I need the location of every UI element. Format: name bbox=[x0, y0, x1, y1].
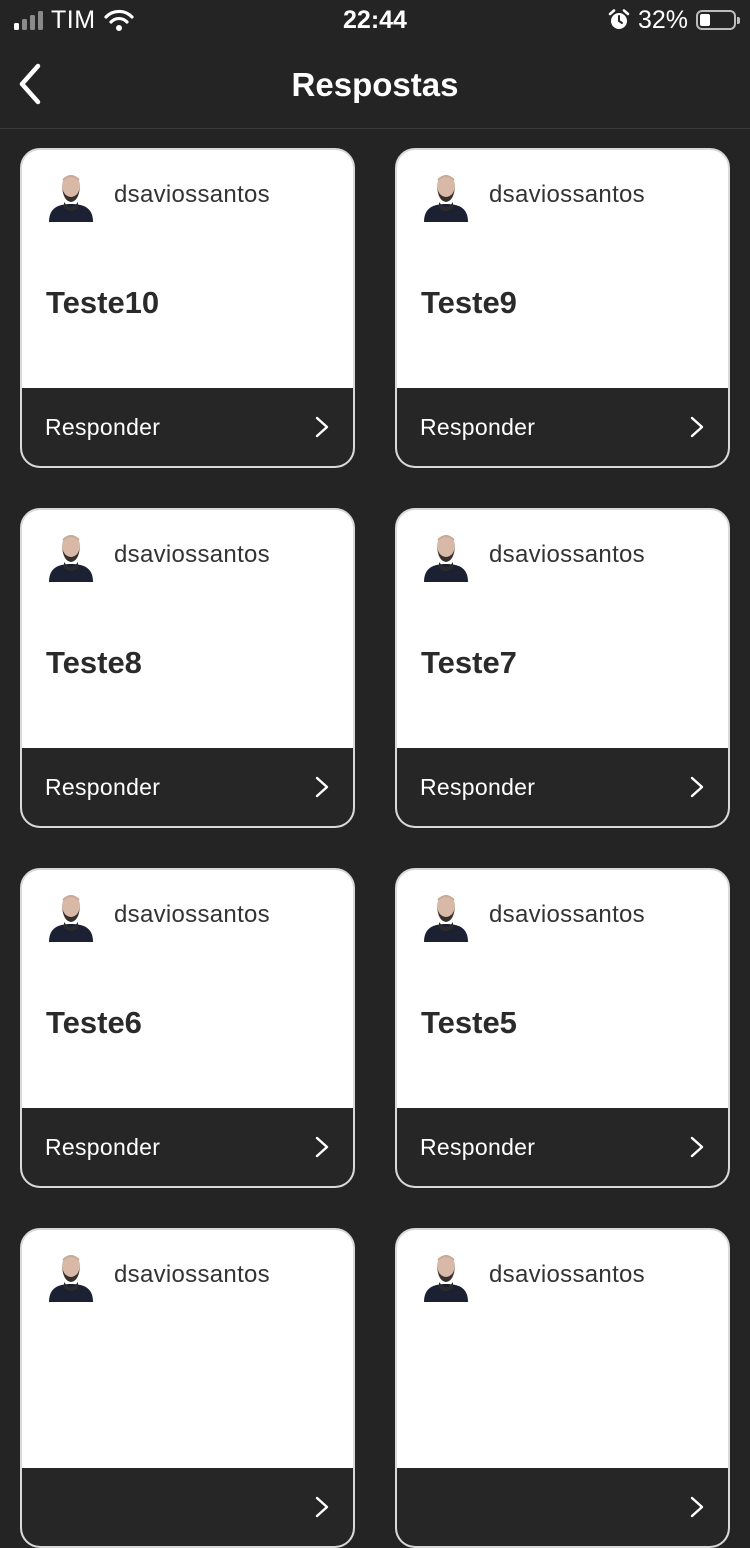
card-author: dsaviossantos bbox=[46, 1248, 270, 1302]
card-title: Teste6 bbox=[46, 1005, 142, 1040]
username: dsaviossantos bbox=[114, 181, 270, 208]
chevron-right-icon bbox=[690, 1136, 704, 1158]
battery-icon bbox=[696, 10, 740, 30]
avatar bbox=[46, 530, 96, 582]
page-title: Respostas bbox=[291, 66, 459, 103]
username: dsaviossantos bbox=[114, 541, 270, 568]
response-card[interactable]: dsaviossantos bbox=[20, 1228, 355, 1548]
username: dsaviossantos bbox=[489, 901, 645, 928]
reply-button[interactable]: Responder bbox=[397, 1108, 728, 1186]
username: dsaviossantos bbox=[489, 181, 645, 208]
status-bar: TIM 22:44 32% bbox=[0, 0, 750, 40]
avatar bbox=[421, 890, 471, 942]
chevron-right-icon bbox=[315, 416, 329, 438]
username: dsaviossantos bbox=[114, 901, 270, 928]
card-author: dsaviossantos bbox=[421, 528, 645, 582]
reply-label: Responder bbox=[420, 1133, 536, 1160]
avatar bbox=[46, 1250, 96, 1302]
reply-button[interactable]: Responder bbox=[397, 748, 728, 826]
username: dsaviossantos bbox=[114, 1261, 270, 1288]
card-title: Teste9 bbox=[421, 285, 517, 320]
navigation-bar: Respostas bbox=[0, 44, 750, 129]
reply-label: Responder bbox=[420, 773, 536, 800]
chevron-right-icon bbox=[690, 1496, 704, 1518]
reply-label: Responder bbox=[45, 1133, 161, 1160]
avatar bbox=[421, 530, 471, 582]
response-card[interactable]: dsaviossantos Teste9 Responder bbox=[395, 148, 730, 468]
chevron-right-icon bbox=[315, 1136, 329, 1158]
reply-button[interactable]: Responder bbox=[22, 748, 353, 826]
reply-button[interactable]: Responder bbox=[397, 388, 728, 466]
status-right: 32% bbox=[608, 6, 740, 34]
reply-button[interactable]: Responder bbox=[22, 1108, 353, 1186]
card-title: Teste5 bbox=[421, 1005, 517, 1040]
avatar bbox=[421, 170, 471, 222]
response-card[interactable]: dsaviossantos bbox=[395, 1228, 730, 1548]
response-card[interactable]: dsaviossantos Teste5 Responder bbox=[395, 868, 730, 1188]
avatar bbox=[46, 890, 96, 942]
card-author: dsaviossantos bbox=[46, 888, 270, 942]
response-card[interactable]: dsaviossantos Teste7 Responder bbox=[395, 508, 730, 828]
card-author: dsaviossantos bbox=[421, 1248, 645, 1302]
responses-grid: dsaviossantos Teste10 Responder dsavioss… bbox=[20, 148, 730, 1548]
alarm-icon bbox=[608, 9, 630, 29]
avatar bbox=[46, 170, 96, 222]
card-author: dsaviossantos bbox=[46, 528, 270, 582]
card-title: Teste7 bbox=[421, 645, 517, 680]
card-author: dsaviossantos bbox=[46, 168, 270, 222]
card-author: dsaviossantos bbox=[421, 168, 645, 222]
chevron-right-icon bbox=[315, 1496, 329, 1518]
chevron-right-icon bbox=[690, 416, 704, 438]
reply-label: Responder bbox=[45, 773, 161, 800]
chevron-right-icon bbox=[690, 776, 704, 798]
reply-button[interactable] bbox=[397, 1468, 728, 1546]
reply-button[interactable]: Responder bbox=[22, 388, 353, 466]
reply-label: Responder bbox=[420, 413, 536, 440]
username: dsaviossantos bbox=[489, 1261, 645, 1288]
chevron-right-icon bbox=[315, 776, 329, 798]
avatar bbox=[421, 1250, 471, 1302]
username: dsaviossantos bbox=[489, 541, 645, 568]
reply-label: Responder bbox=[45, 413, 161, 440]
response-card[interactable]: dsaviossantos Teste6 Responder bbox=[20, 868, 355, 1188]
card-title: Teste8 bbox=[46, 645, 142, 680]
card-title: Teste10 bbox=[46, 285, 160, 320]
reply-button[interactable] bbox=[22, 1468, 353, 1546]
response-card[interactable]: dsaviossantos Teste10 Responder bbox=[20, 148, 355, 468]
battery-percent: 32% bbox=[637, 6, 688, 34]
battery-level bbox=[700, 14, 710, 26]
card-author: dsaviossantos bbox=[421, 888, 645, 942]
response-card[interactable]: dsaviossantos Teste8 Responder bbox=[20, 508, 355, 828]
